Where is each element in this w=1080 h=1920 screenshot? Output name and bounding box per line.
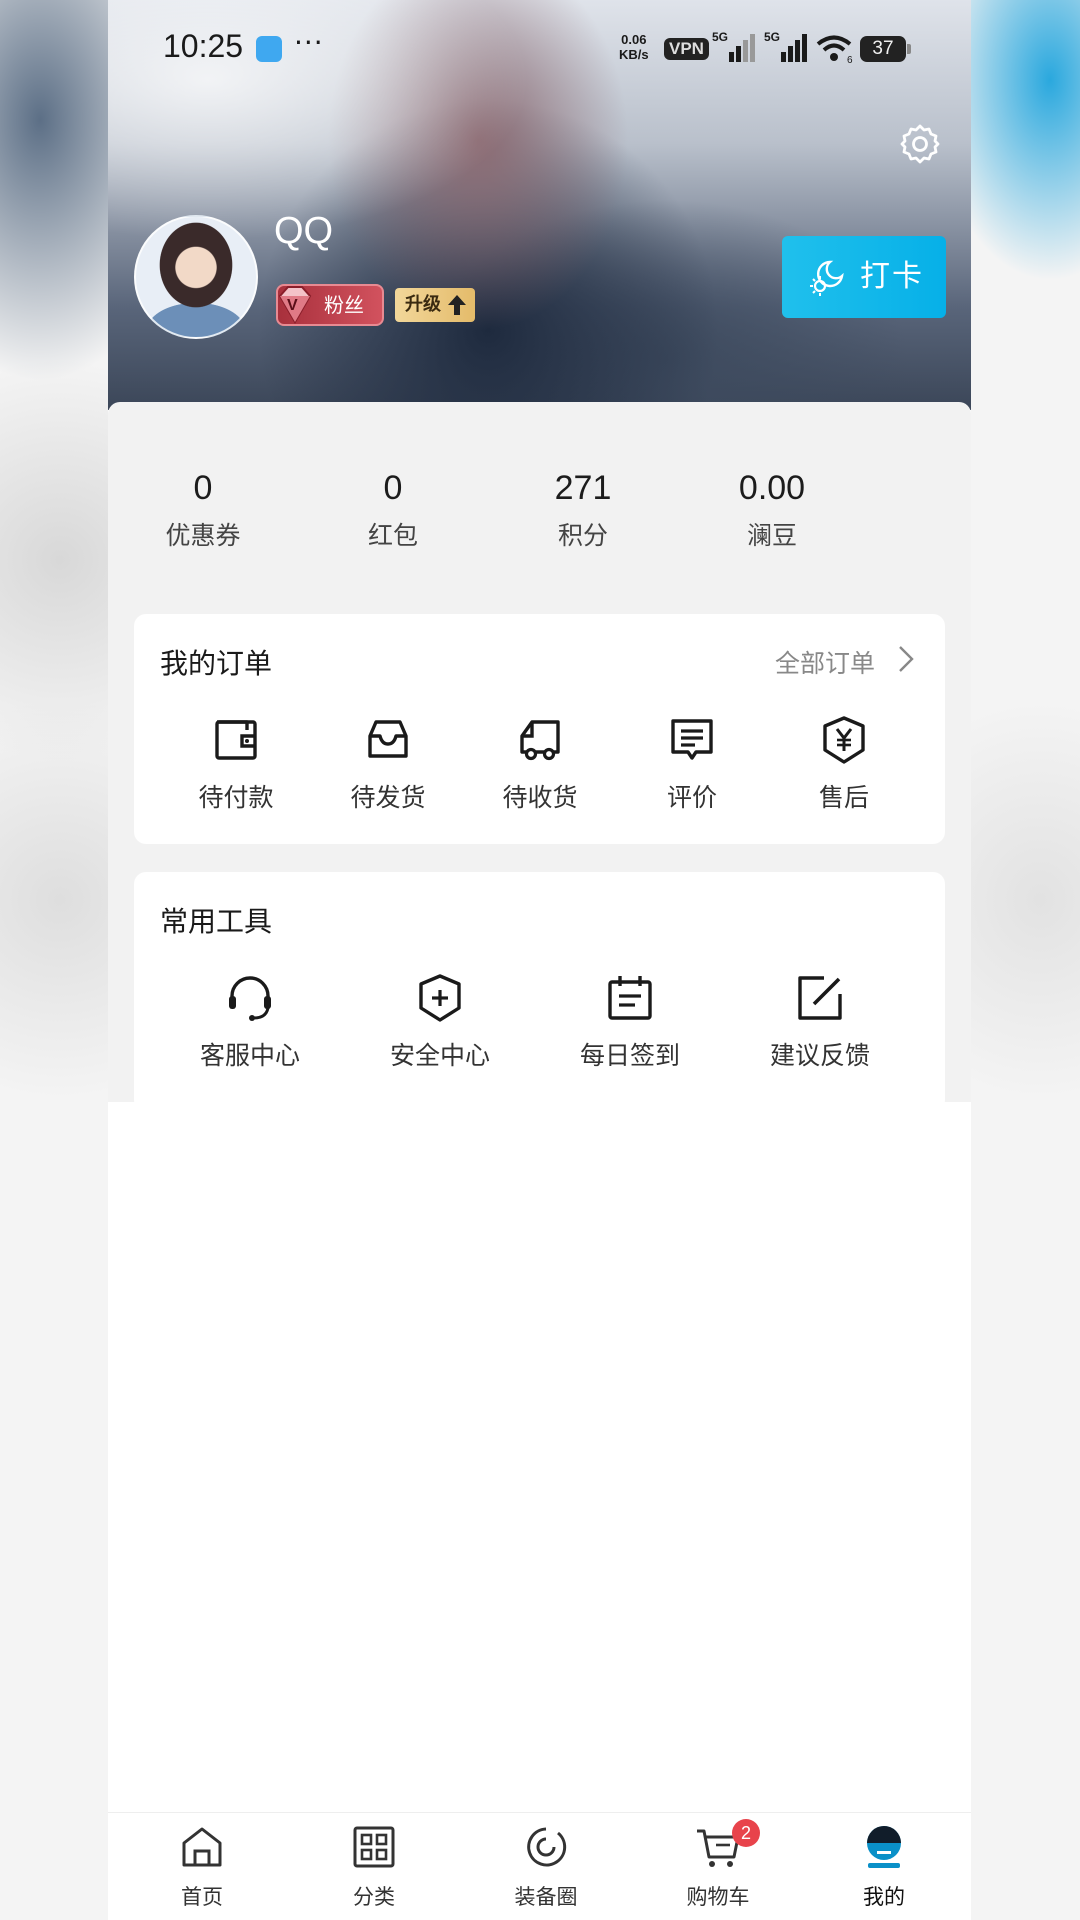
home-icon (182, 1827, 222, 1867)
tool-customer-service[interactable]: 客服中心 (180, 972, 320, 1072)
stat-coupons[interactable]: 0 优惠券 (108, 464, 298, 552)
diamond-v-icon: V (278, 286, 312, 325)
stat-beans[interactable]: 0.00 澜豆 (677, 464, 867, 552)
more-notifications-icon: ··· (294, 26, 324, 59)
stat-points[interactable]: 271 积分 (488, 464, 678, 552)
svg-text:5G: 5G (712, 30, 728, 44)
truck-icon (520, 720, 560, 761)
yuan-shield-icon (823, 716, 865, 764)
signal-5g-icon: 5G (712, 30, 755, 62)
order-after-sales[interactable]: 售后 (784, 714, 904, 814)
app-notification-icon (256, 36, 282, 62)
all-orders-link[interactable]: 全部订单 (775, 644, 875, 680)
svg-text:6: 6 (847, 55, 853, 64)
cart-count-badge: 2 (732, 1819, 760, 1847)
sun-moon-icon (810, 260, 844, 296)
arrow-up-icon (448, 295, 466, 315)
circle-icon (527, 1827, 567, 1867)
vip-fan-badge[interactable]: V 粉丝 (276, 284, 384, 326)
comment-icon (671, 719, 713, 760)
username: QQ (274, 210, 334, 252)
bottom-tab-bar: 首页 分类 装备圈 2 购物车 我的 (108, 1812, 971, 1920)
stats-row: 0 优惠券 0 红包 271 积分 0.00 澜豆 (108, 464, 971, 554)
order-to-receive[interactable]: 待收货 (480, 714, 600, 814)
svg-text:V: V (287, 297, 298, 314)
headset-icon (229, 976, 271, 1021)
tab-profile[interactable]: 我的 (824, 1823, 944, 1911)
status-bar: 10:25 ··· 0.06 KB/s VPN 5G 5G 6 37 (108, 0, 971, 100)
empty-area (108, 1102, 971, 1812)
inbox-icon (368, 720, 408, 758)
security-shield-icon (419, 974, 461, 1022)
signal-5g-icon-2: 5G (764, 30, 807, 62)
calendar-icon (608, 976, 652, 1020)
battery-indicator: 37 (860, 36, 911, 62)
order-pending-payment[interactable]: 待付款 (176, 714, 296, 814)
stat-red-packets[interactable]: 0 红包 (298, 464, 488, 552)
edit-icon (798, 976, 842, 1020)
upgrade-button[interactable]: 升级 (395, 288, 475, 322)
checkin-button[interactable]: 打卡 (782, 236, 946, 318)
chevron-right-icon[interactable] (897, 644, 915, 674)
tab-gear-circle[interactable]: 装备圈 (486, 1823, 606, 1911)
tool-daily-checkin[interactable]: 每日签到 (560, 972, 700, 1072)
profile-screen: 10:25 ··· 0.06 KB/s VPN 5G 5G 6 37 QQ V … (108, 0, 971, 1920)
settings-gear-icon[interactable] (898, 122, 942, 166)
status-time: 10:25 (163, 28, 244, 64)
wallet-icon (215, 720, 257, 760)
user-avatar[interactable] (134, 215, 258, 339)
vpn-indicator: VPN (664, 38, 709, 60)
tab-cart[interactable]: 2 购物车 (658, 1819, 778, 1911)
my-orders-card: 我的订单 全部订单 待付款 待发货 待收货 评价 售后 (134, 614, 945, 844)
profile-content: 0 优惠券 0 红包 271 积分 0.00 澜豆 我的订单 全部订单 待付款 … (108, 402, 971, 1112)
wifi-icon: 6 (816, 35, 853, 64)
orders-title: 我的订单 (160, 647, 273, 680)
tab-home[interactable]: 首页 (142, 1823, 262, 1911)
tool-feedback[interactable]: 建议反馈 (750, 972, 890, 1072)
network-speed: 0.06 KB/s (619, 32, 649, 62)
category-icon (353, 1826, 395, 1868)
profile-icon (867, 1826, 901, 1868)
order-review[interactable]: 评价 (632, 714, 752, 814)
order-to-ship[interactable]: 待发货 (328, 714, 448, 814)
svg-text:5G: 5G (764, 30, 780, 44)
common-tools-card: 常用工具 客服中心 安全中心 每日签到 建议反馈 (134, 872, 945, 1112)
tool-security-center[interactable]: 安全中心 (370, 972, 510, 1072)
tab-category[interactable]: 分类 (314, 1823, 434, 1911)
tools-title: 常用工具 (160, 905, 273, 938)
